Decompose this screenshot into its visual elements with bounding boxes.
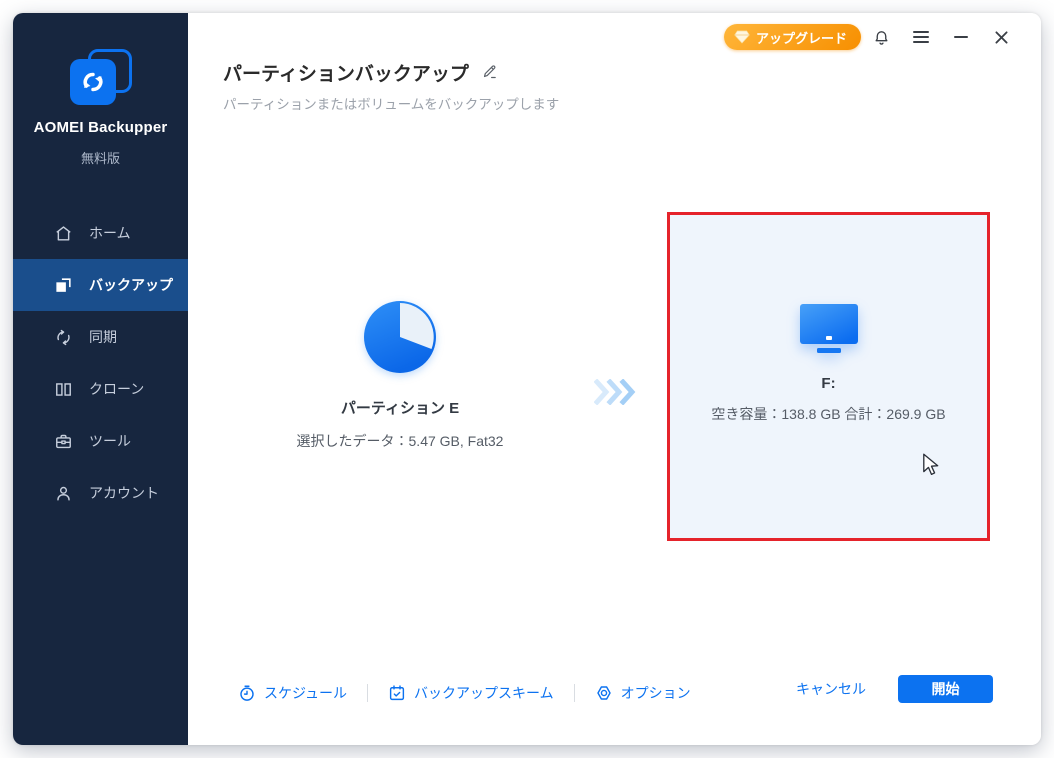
target-destination-box[interactable]: F: 空き容量：138.8 GB 合計：269.9 GB xyxy=(667,212,990,541)
main-panel: アップグレード パーティションバックアップ パーティションまたはボリュームをバッ… xyxy=(188,13,1041,745)
sidebar-item-sync[interactable]: 同期 xyxy=(13,311,188,363)
upgrade-label: アップグレード xyxy=(755,30,847,46)
app-edition: 無料版 xyxy=(80,151,120,166)
sidebar-item-label: ホーム xyxy=(89,225,131,241)
footer-divider xyxy=(573,684,575,702)
sidebar-item-account[interactable]: アカウント xyxy=(13,467,188,519)
backup-icon xyxy=(53,275,73,295)
sidebar: AOMEI Backupper 無料版 ホーム バックアップ 同期 クローン ツ… xyxy=(13,13,188,745)
sidebar-item-label: ツール xyxy=(89,433,131,449)
sidebar-item-backup[interactable]: バックアップ xyxy=(13,259,188,311)
minimize-button[interactable] xyxy=(941,22,981,52)
app-logo-icon xyxy=(69,49,132,105)
source-partition-name: パーティション E xyxy=(340,400,460,417)
target-drive-name: F: xyxy=(821,375,836,392)
gem-icon xyxy=(734,30,750,44)
page-title: パーティションバックアップ xyxy=(223,64,469,85)
page-subtitle: パーティションまたはボリュームをバックアップします xyxy=(223,97,560,112)
source-partition-detail: 選択したデータ：5.47 GB, Fat32 xyxy=(296,433,504,449)
footer-toolbar: スケジュール バックアップスキーム オプション xyxy=(238,683,691,703)
schedule-label: スケジュール xyxy=(264,685,348,701)
sidebar-item-tools[interactable]: ツール xyxy=(13,415,188,467)
sidebar-item-label: 同期 xyxy=(89,329,117,345)
sidebar-item-label: アカウント xyxy=(89,485,159,501)
options-label: オプション xyxy=(620,685,691,701)
sidebar-item-clone[interactable]: クローン xyxy=(13,363,188,415)
sync-icon xyxy=(53,327,73,347)
backup-scheme-label: バックアップスキーム xyxy=(414,685,554,701)
backup-scheme-button[interactable]: バックアップスキーム xyxy=(388,683,554,703)
sync-arrows-icon xyxy=(82,72,103,92)
upgrade-button[interactable]: アップグレード xyxy=(723,24,861,50)
clone-icon xyxy=(53,379,73,399)
direction-arrows-icon xyxy=(593,378,636,410)
app-name: AOMEI Backupper xyxy=(33,119,168,136)
cancel-button[interactable]: キャンセル xyxy=(796,679,866,699)
home-icon xyxy=(53,223,73,243)
sidebar-item-label: バックアップ xyxy=(89,277,173,293)
edit-pencil-icon[interactable] xyxy=(481,63,498,85)
target-drive-detail: 空き容量：138.8 GB 合計：269.9 GB xyxy=(711,406,946,422)
sidebar-item-label: クローン xyxy=(89,381,145,397)
titlebar-controls: アップグレード xyxy=(723,22,1021,52)
app-window: AOMEI Backupper 無料版 ホーム バックアップ 同期 クローン ツ… xyxy=(13,13,1041,745)
schedule-button[interactable]: スケジュール xyxy=(238,683,347,703)
schedule-clock-icon xyxy=(240,685,254,701)
sidebar-item-home[interactable]: ホーム xyxy=(13,207,188,259)
options-gear-icon xyxy=(596,686,611,700)
calendar-check-icon xyxy=(389,685,405,701)
footer-divider xyxy=(367,684,369,702)
options-button[interactable]: オプション xyxy=(595,683,691,703)
monitor-disk-icon xyxy=(799,304,858,353)
close-button[interactable] xyxy=(981,22,1021,52)
hamburger-menu-icon[interactable] xyxy=(901,22,941,52)
account-icon xyxy=(53,483,73,503)
pie-chart-icon xyxy=(364,301,436,373)
start-button[interactable]: 開始 xyxy=(898,675,993,703)
app-logo: AOMEI Backupper 無料版 xyxy=(13,13,188,167)
tools-icon xyxy=(53,431,73,451)
notification-bell-icon[interactable] xyxy=(861,22,901,52)
sidebar-nav: ホーム バックアップ 同期 クローン ツール アカウント xyxy=(13,207,188,519)
footer-actions: キャンセル 開始 xyxy=(796,675,993,703)
